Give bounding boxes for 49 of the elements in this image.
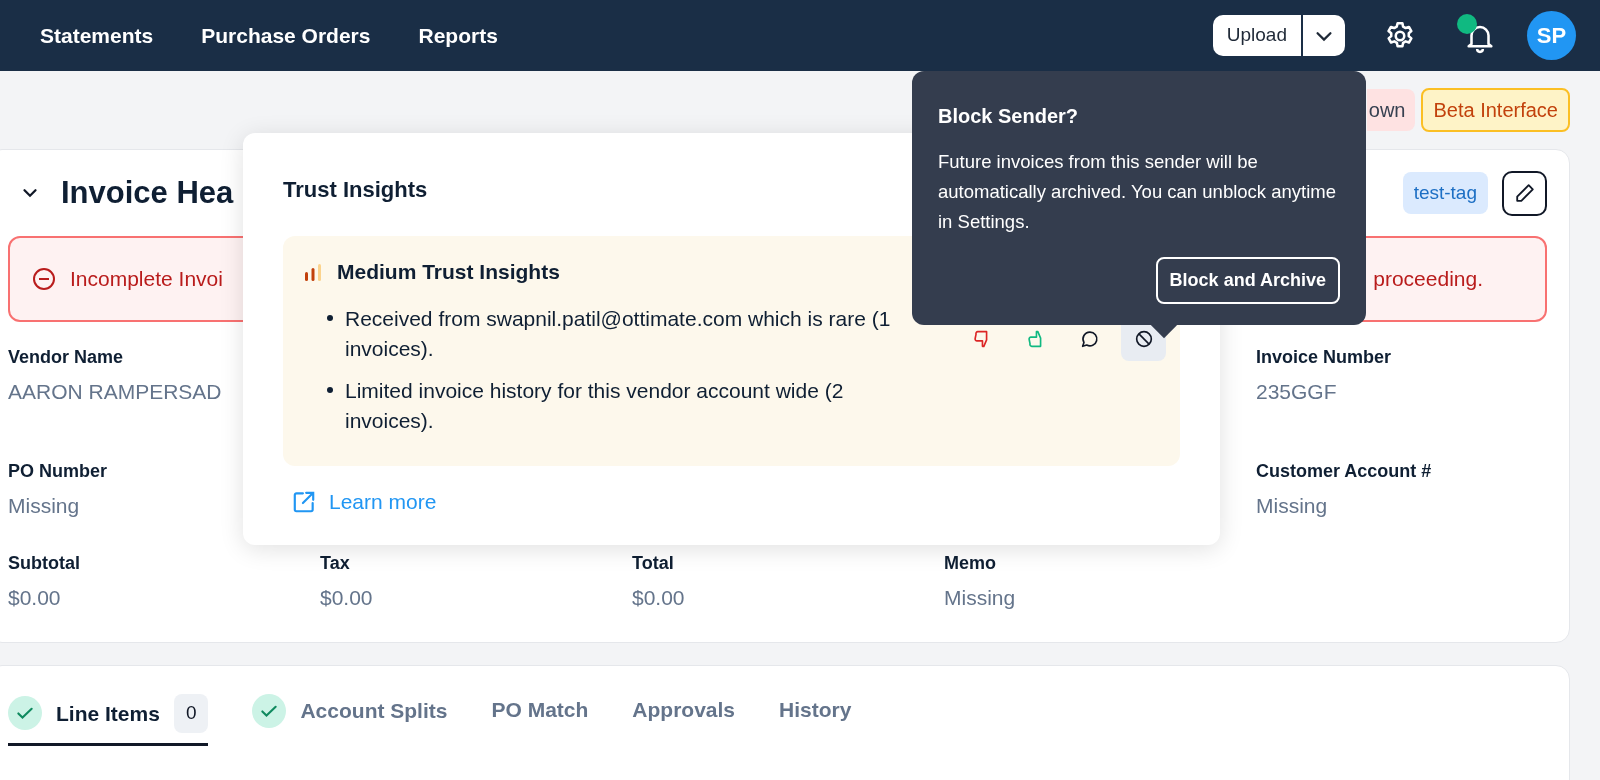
minus-circle-icon: [32, 267, 56, 291]
nav-link[interactable]: Reports: [418, 19, 498, 52]
bullet: [327, 386, 333, 393]
field-label: Vendor Name: [8, 346, 124, 369]
status-badge: own: [1366, 89, 1416, 131]
block-and-archive-button[interactable]: Block and Archive: [1155, 257, 1340, 304]
nav-link[interactable]: Purchase Orders: [201, 19, 371, 52]
panel-heading: Medium Trust Insights: [337, 259, 560, 285]
field-value: 235GGF: [1256, 379, 1337, 405]
tab[interactable]: Line Items 0: [8, 694, 209, 746]
count-badge: 0: [173, 694, 209, 733]
popover-title: Trust Insights: [283, 176, 428, 204]
field-value: AARON RAMPERSAD: [8, 379, 222, 405]
tab-label: Approvals: [632, 697, 736, 723]
field-value: Missing: [1256, 493, 1328, 519]
nav-link[interactable]: Statements: [40, 19, 154, 52]
edit-button[interactable]: [1502, 170, 1547, 216]
insight-text: Limited invoice history for this vendor account wide (2 invoices).: [345, 377, 845, 434]
tab-label: Account Splits: [300, 698, 448, 725]
tooltip-title: Block Sender?: [938, 104, 1080, 129]
insight-text: Received from swapnil.patil@ottimate.com which is rare (1 invoices).: [345, 305, 892, 362]
field-value: Missing: [944, 585, 1016, 611]
tab-label: Line Items: [56, 700, 160, 727]
tag: test-tag: [1402, 171, 1488, 215]
tooltip-text: Future invoices from this sender will be automatically archived. You can unblock anytime in Settings.: [938, 150, 1337, 234]
field-label: Total: [632, 552, 674, 575]
field-value: $0.00: [8, 585, 61, 611]
field-value: Missing: [8, 493, 80, 519]
field-label: Tax: [320, 552, 350, 575]
tab[interactable]: PO Match: [491, 694, 589, 739]
field-label: Customer Account #: [1256, 460, 1432, 483]
alert-text: Incomplete Invoi: [70, 266, 223, 293]
field-value: $0.00: [632, 585, 685, 611]
bullet: [327, 314, 333, 321]
tab[interactable]: Account Splits: [252, 694, 448, 741]
signal-bars-icon: [303, 261, 323, 282]
status-badge: Beta Interface: [1421, 88, 1570, 132]
tab[interactable]: Approvals: [632, 694, 736, 739]
tab-label: History: [779, 697, 852, 723]
field-label: PO Number: [8, 460, 108, 483]
field-value: $0.00: [320, 585, 373, 611]
pencil-icon: [1513, 182, 1536, 204]
section-title: Invoice Hea: [61, 173, 234, 212]
field-label: Memo: [944, 552, 996, 575]
field-label: Invoice Number: [1256, 346, 1392, 369]
tab-label: PO Match: [491, 697, 589, 723]
field-label: Subtotal: [8, 552, 80, 575]
tab[interactable]: History: [779, 694, 852, 739]
alert-text: proceeding.: [1373, 266, 1483, 293]
